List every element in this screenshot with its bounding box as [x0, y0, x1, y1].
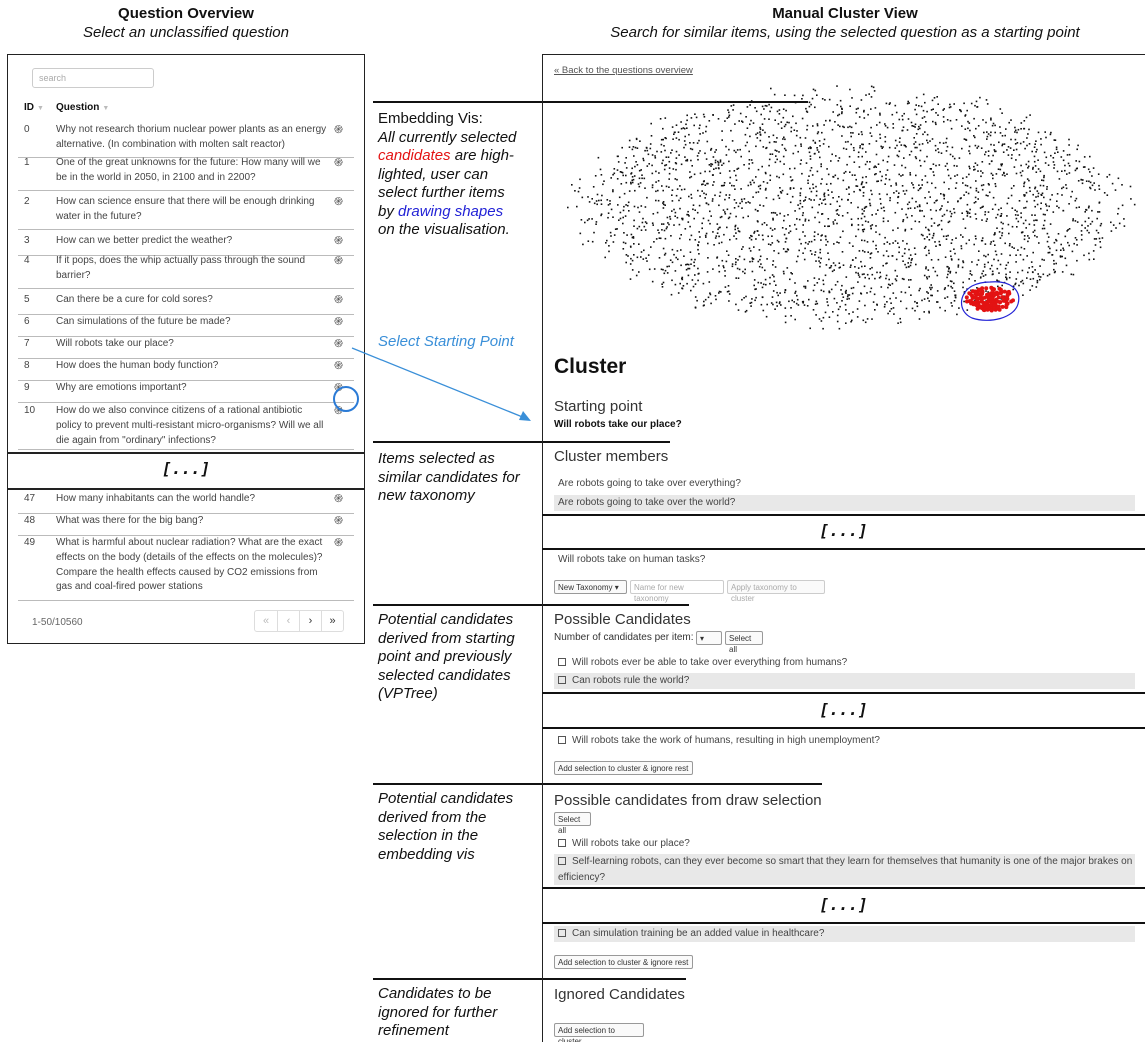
draw-select-all-button[interactable]: Select all [554, 812, 591, 835]
arrow-head-icon [519, 411, 531, 421]
starting-point-arrow [351, 347, 526, 419]
candidate-text: Will robots take the work of humans, res… [572, 735, 880, 746]
select-all-button[interactable]: Select all [725, 631, 763, 654]
candidate-checkbox[interactable] [558, 736, 566, 744]
candidate-text: Will robots take our place? [572, 838, 690, 849]
cluster-members-ellipsis: [...] [819, 521, 868, 540]
cluster-members-label: Cluster members [554, 448, 669, 465]
embedding-scatter-plot[interactable] [567, 85, 1136, 330]
candidate-text: Can robots rule the world? [572, 675, 690, 686]
candidate-text: Self-learning robots, can they ever beco… [558, 856, 1133, 883]
chevron-down-icon: ▾ [614, 583, 619, 592]
candidates-per-item-select[interactable]: ▾ [696, 631, 722, 645]
taxonomy-name-input[interactable]: Name for new taxonomy [630, 580, 724, 603]
possible-candidate-item[interactable]: Will robots take the work of humans, res… [554, 733, 1135, 749]
candidate-text: Will robots ever be able to take over ev… [572, 657, 848, 668]
taxonomy-select-value: New Taxonomy [558, 583, 613, 592]
selected-candidates-points [964, 285, 1015, 313]
candidate-text: Can simulation training be an added valu… [572, 928, 825, 939]
taxonomy-select[interactable]: New Taxonomy ▾ [554, 580, 627, 594]
ellipsis-divider [542, 692, 1145, 694]
draw-candidate-item[interactable]: Will robots take our place? [554, 836, 1135, 852]
starting-point-value: Will robots take our place? [554, 419, 682, 430]
ellipsis-divider [542, 514, 1145, 516]
cluster-member-item[interactable]: Are robots going to take over everything… [554, 476, 1135, 492]
cluster-heading: Cluster [554, 355, 627, 378]
ignored-candidates-label: Ignored Candidates [554, 986, 685, 1003]
possible-candidate-item[interactable]: Can robots rule the world? [554, 673, 1135, 689]
draw-candidates-ellipsis: [...] [819, 895, 868, 914]
possible-candidates-ellipsis: [...] [819, 700, 868, 719]
draw-candidates-label: Possible candidates from draw selection [554, 792, 822, 809]
add-selection-to-cluster-button[interactable]: Add selection to cluster [554, 1023, 644, 1042]
possible-candidates-label: Possible Candidates [554, 611, 691, 628]
starting-point-label: Starting point [554, 398, 643, 415]
draw-candidate-item[interactable]: Self-learning robots, can they ever beco… [554, 854, 1135, 885]
candidate-checkbox[interactable] [558, 929, 566, 937]
candidates-per-item-label: Number of candidates per item: [554, 632, 694, 643]
cluster-member-item[interactable]: Are robots going to take over the world? [554, 495, 1135, 511]
chevron-down-icon: ▾ [700, 634, 705, 643]
ellipsis-divider [542, 548, 1145, 550]
ellipsis-divider [542, 922, 1145, 924]
candidate-checkbox[interactable] [558, 658, 566, 666]
ellipsis-divider [542, 887, 1145, 889]
draw-candidate-item[interactable]: Can simulation training be an added valu… [554, 926, 1135, 942]
apply-taxonomy-button[interactable]: Apply taxonomy to cluster [727, 580, 825, 603]
draw-add-selection-ignore-rest-button[interactable]: Add selection to cluster & ignore rest [554, 955, 693, 969]
possible-candidate-item[interactable]: Will robots ever be able to take over ev… [554, 655, 1135, 671]
candidate-checkbox[interactable] [558, 676, 566, 684]
cluster-member-item[interactable]: Will robots take on human tasks? [554, 552, 1135, 568]
candidate-checkbox[interactable] [558, 857, 566, 865]
add-selection-ignore-rest-button[interactable]: Add selection to cluster & ignore rest [554, 761, 693, 775]
ellipsis-divider [542, 727, 1145, 729]
candidate-checkbox[interactable] [558, 839, 566, 847]
